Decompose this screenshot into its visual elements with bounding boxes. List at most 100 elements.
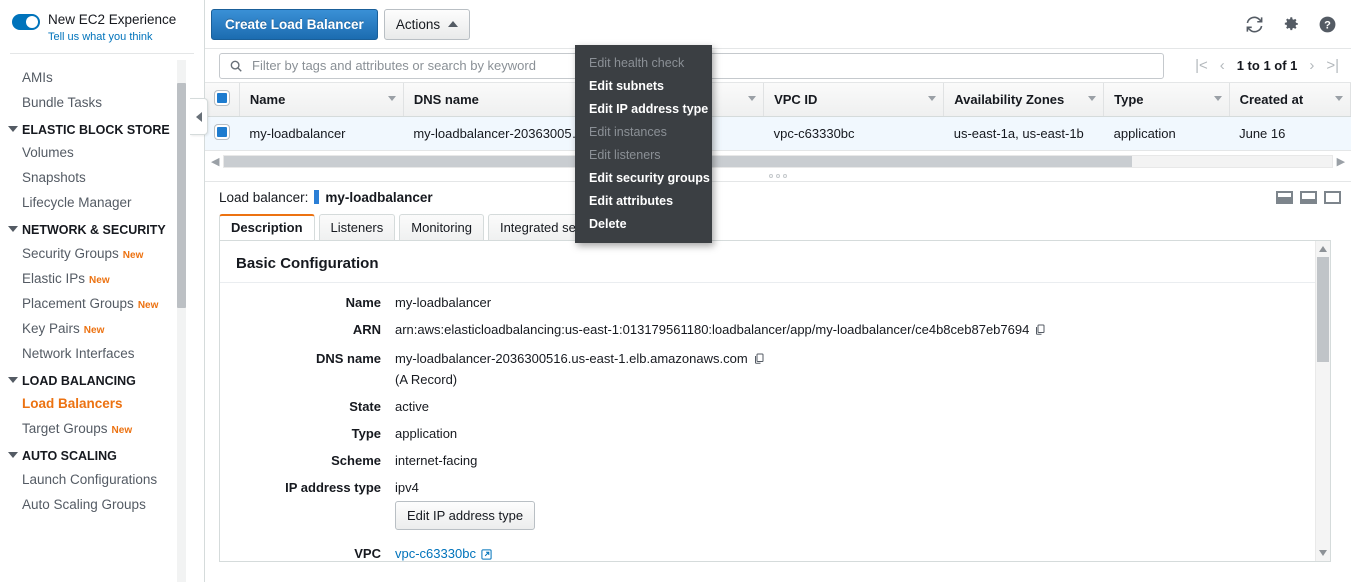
splitter-dot xyxy=(769,174,774,178)
panel-scroll-up-arrow[interactable] xyxy=(1319,246,1328,252)
sidebar-item-auto-scaling-groups[interactable]: Auto Scaling Groups xyxy=(0,492,204,517)
column-header-availability-zones[interactable]: Availability Zones xyxy=(943,83,1105,117)
pagination-label: 1 to 1 of 1 xyxy=(1236,58,1298,73)
sort-caret-icon[interactable] xyxy=(1213,96,1222,101)
sidebar-item-placement-groups[interactable]: Placement Groups New xyxy=(0,291,204,316)
sort-caret-icon[interactable] xyxy=(387,96,396,101)
sidebar-item-amis[interactable]: AMIs xyxy=(0,65,204,90)
panel-splitter[interactable] xyxy=(205,171,1351,182)
cell-name: my-loadbalancer xyxy=(239,116,404,151)
field-value: my-loadbalancer xyxy=(395,295,492,310)
column-header-name[interactable]: Name xyxy=(239,83,404,117)
column-header-vpc-id[interactable]: VPC ID xyxy=(763,83,945,117)
row-checkbox[interactable] xyxy=(215,125,229,139)
pagination-prev[interactable]: ‹ xyxy=(1220,57,1225,74)
sidebar-item-bundle-tasks[interactable]: Bundle Tasks xyxy=(0,90,204,115)
pagination-last[interactable]: >| xyxy=(1326,57,1339,74)
caret-down-icon xyxy=(8,452,18,459)
tell-us-link[interactable]: Tell us what you think xyxy=(48,31,176,45)
sidebar-group-load-balancing[interactable]: LOAD BALANCING xyxy=(0,366,204,391)
layout-full-pane-icon[interactable] xyxy=(1324,190,1342,204)
field-value: ipv4 xyxy=(395,480,419,495)
sidebar-collapse-handle[interactable] xyxy=(190,98,208,135)
sidebar-item-security-groups[interactable]: Security Groups New xyxy=(0,241,204,266)
pagination-first[interactable]: |< xyxy=(1195,57,1208,74)
edit-ip-address-type-button[interactable]: Edit IP address type xyxy=(395,501,536,530)
layout-split-pane-icon[interactable] xyxy=(1300,190,1318,204)
new-experience-toggle-row[interactable]: New EC2 Experience Tell us what you thin… xyxy=(0,0,204,53)
sort-caret-icon[interactable] xyxy=(1335,96,1344,101)
table-body: my-loadbalancer my-loadbalancer-203630051… xyxy=(205,116,1351,151)
sort-caret-icon[interactable] xyxy=(1088,96,1097,101)
new-badge: New xyxy=(137,299,159,311)
field-label: Type xyxy=(351,426,381,441)
hscroll-track[interactable] xyxy=(223,154,1333,168)
tab-listeners[interactable]: Listeners xyxy=(318,214,396,241)
column-header-created-at[interactable]: Created at xyxy=(1229,83,1351,117)
sidebar-item-snapshots[interactable]: Snapshots xyxy=(0,165,204,190)
pagination-next[interactable]: › xyxy=(1309,57,1314,74)
detail-load-balancer-name: my-loadbalancer xyxy=(325,189,433,205)
create-load-balancer-button[interactable]: Create Load Balancer xyxy=(211,8,378,40)
detail-tabs: Description Listeners Monitoring Integrated… xyxy=(205,212,1351,241)
select-all-header[interactable] xyxy=(205,83,240,117)
table-row[interactable]: my-loadbalancer my-loadbalancer-203630051… xyxy=(205,116,1351,151)
sidebar-item-load-balancers[interactable]: Load Balancers xyxy=(0,391,204,416)
field-ip-address-type: IP address type ipv4 Edit IP address type xyxy=(220,474,1330,540)
sidebar-group-network-security[interactable]: NETWORK & SECURITY xyxy=(0,215,204,240)
panel-scroll-down-arrow[interactable] xyxy=(1319,550,1328,556)
help-icon[interactable]: ? xyxy=(1318,15,1337,34)
copy-icon[interactable] xyxy=(753,351,765,370)
sidebar-item-label: AMIs xyxy=(22,70,53,85)
sidebar-item-label: Load Balancers xyxy=(22,396,123,412)
sidebar-item-network-interfaces[interactable]: Network Interfaces xyxy=(0,341,204,366)
sidebar-group-auto-scaling[interactable]: AUTO SCALING xyxy=(0,441,204,466)
sidebar-item-target-groups[interactable]: Target Groups New xyxy=(0,416,204,441)
panel-scroll-thumb[interactable] xyxy=(1317,257,1330,362)
column-header-dns-name[interactable]: DNS name xyxy=(403,83,597,117)
actions-button[interactable]: Actions xyxy=(383,8,471,40)
hscroll-right-arrow[interactable]: ▶ xyxy=(1337,155,1345,168)
menu-item-edit-security-groups[interactable]: Edit security groups xyxy=(575,166,712,189)
new-badge: New xyxy=(122,249,144,261)
sidebar-scrollbar[interactable] xyxy=(177,60,186,582)
field-value-link[interactable]: vpc-c63330bc xyxy=(395,546,476,561)
sidebar-item-launch-configurations[interactable]: Launch Configurations xyxy=(0,467,204,492)
sidebar-item-volumes[interactable]: Volumes xyxy=(0,140,204,165)
layout-mode-icons xyxy=(1276,190,1342,204)
copy-icon[interactable] xyxy=(1034,322,1046,341)
layout-bottom-pane-icon[interactable] xyxy=(1276,190,1294,204)
field-value-line: ipv4 xyxy=(395,478,535,497)
select-all-checkbox[interactable] xyxy=(215,91,229,105)
menu-item-edit-ip-address-type[interactable]: Edit IP address type xyxy=(575,97,712,120)
menu-item-edit-attributes[interactable]: Edit attributes xyxy=(575,189,712,212)
refresh-icon[interactable] xyxy=(1245,15,1264,34)
new-experience-toggle[interactable] xyxy=(12,14,40,30)
hscroll-left-arrow[interactable]: ◀ xyxy=(211,155,219,168)
sidebar-item-key-pairs[interactable]: Key Pairs New xyxy=(0,316,204,341)
gear-icon[interactable] xyxy=(1282,15,1300,33)
external-link-icon[interactable] xyxy=(481,546,492,561)
actions-dropdown-menu[interactable]: Edit health check Edit subnets Edit IP add… xyxy=(575,45,712,243)
tab-description[interactable]: Description xyxy=(219,214,315,241)
menu-item-edit-subnets[interactable]: Edit subnets xyxy=(575,74,712,97)
sort-caret-icon[interactable] xyxy=(928,96,937,101)
row-select-cell[interactable] xyxy=(205,116,240,151)
toolbar-icons: ? xyxy=(1245,15,1343,34)
sidebar-group-elastic-block-store[interactable]: ELASTIC BLOCK STORE xyxy=(0,115,204,140)
menu-item-delete[interactable]: Delete xyxy=(575,212,712,235)
column-header-type[interactable]: Type xyxy=(1103,83,1230,117)
field-value: internet-facing xyxy=(395,453,478,468)
tab-monitoring[interactable]: Monitoring xyxy=(399,214,484,241)
sidebar-item-lifecycle-manager[interactable]: Lifecycle Manager xyxy=(0,190,204,215)
sidebar-scroll-thumb[interactable] xyxy=(177,83,186,308)
field-value-line: my-loadbalancer xyxy=(395,293,491,312)
filter-row: |< ‹ 1 to 1 of 1 › >| xyxy=(205,48,1351,82)
sidebar-item-elastic-ips[interactable]: Elastic IPs New xyxy=(0,266,204,291)
sort-caret-icon[interactable] xyxy=(748,96,757,101)
table-horizontal-scrollbar[interactable]: ◀ ▶ xyxy=(205,151,1351,171)
panel-vertical-scrollbar[interactable] xyxy=(1315,241,1331,561)
sidebar-item-label: Target Groups xyxy=(22,421,108,437)
column-header-label: Availability Zones xyxy=(954,92,1065,107)
new-experience-title: New EC2 Experience xyxy=(48,12,177,27)
